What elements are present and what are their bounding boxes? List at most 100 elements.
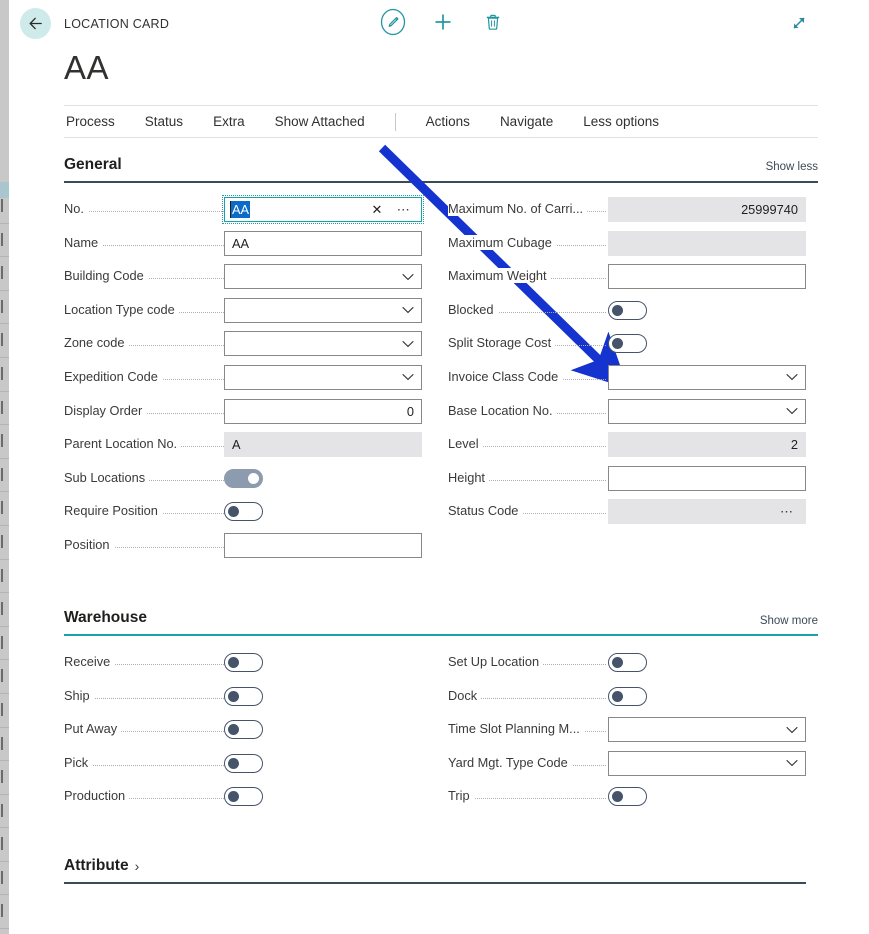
edit-button[interactable] bbox=[378, 8, 408, 38]
building-code-dropdown[interactable] bbox=[224, 264, 422, 290]
zone-code-dropdown[interactable] bbox=[224, 331, 422, 357]
general-section-rule bbox=[64, 181, 818, 183]
clear-x-icon[interactable]: ✕ bbox=[369, 198, 385, 221]
position-input[interactable] bbox=[224, 532, 422, 558]
parent-location-no-value bbox=[224, 432, 422, 458]
tab-extra[interactable]: Extra bbox=[213, 114, 245, 129]
field-control-put-away[interactable] bbox=[224, 714, 422, 740]
trip-toggle[interactable] bbox=[608, 787, 647, 807]
field-control-sub-locations[interactable] bbox=[224, 463, 422, 488]
receive-toggle[interactable] bbox=[224, 653, 263, 672]
field-row-time-slot-planning-m: Time Slot Planning M... bbox=[448, 714, 808, 748]
field-control-no[interactable]: AA ✕ ⋯ bbox=[222, 194, 424, 224]
field-control-yard-mgt-type-code[interactable] bbox=[608, 748, 806, 776]
sub-locations-toggle[interactable] bbox=[224, 468, 263, 488]
chevron-right-icon: › bbox=[134, 858, 140, 874]
section-attribute-collapsed[interactable]: Attribute › bbox=[64, 857, 139, 875]
field-control-height[interactable] bbox=[608, 463, 806, 491]
field-control-parent-location-no bbox=[224, 429, 422, 458]
field-row-name: Name bbox=[64, 228, 424, 262]
tab-process[interactable]: Process bbox=[66, 114, 115, 129]
card-surface: LOCATION CARD AA Process Status Extra Sh… bbox=[9, 0, 869, 934]
tab-less-options[interactable]: Less options bbox=[583, 114, 659, 129]
field-control-blocked[interactable] bbox=[608, 295, 806, 320]
field-control-display-order[interactable] bbox=[224, 396, 422, 424]
blocked-toggle[interactable] bbox=[608, 300, 647, 320]
tab-navigate[interactable]: Navigate bbox=[500, 114, 553, 129]
tab-show-attached[interactable]: Show Attached bbox=[275, 114, 365, 129]
time-slot-planning-m-dropdown[interactable] bbox=[608, 717, 806, 743]
field-label-ship: Ship bbox=[64, 687, 94, 703]
pick-toggle[interactable] bbox=[224, 753, 263, 773]
field-row-set-up-location: Set Up Location bbox=[448, 647, 808, 681]
field-control-dock[interactable] bbox=[608, 681, 806, 706]
field-control-invoice-class-code[interactable] bbox=[608, 362, 806, 390]
split-storage-cost-toggle[interactable] bbox=[608, 334, 647, 354]
field-control-base-location-no[interactable] bbox=[608, 396, 806, 424]
toggle-knob bbox=[612, 791, 623, 803]
field-control-location-type-code[interactable] bbox=[224, 295, 422, 323]
require-position-toggle[interactable] bbox=[224, 502, 263, 522]
field-control-ship[interactable] bbox=[224, 681, 422, 706]
expand-button[interactable] bbox=[784, 11, 814, 39]
general-show-less-link[interactable]: Show less bbox=[609, 161, 818, 173]
tab-actions[interactable]: Actions bbox=[426, 114, 470, 129]
toggle-knob bbox=[228, 724, 239, 736]
field-row-maximum-weight: Maximum Weight bbox=[448, 261, 808, 295]
field-label-level: Level bbox=[448, 436, 483, 452]
field-control-pick[interactable] bbox=[224, 748, 422, 773]
field-control-maximum-no-of-carriers bbox=[608, 194, 806, 222]
page-title: AA bbox=[64, 49, 110, 86]
expedition-code-dropdown[interactable] bbox=[224, 364, 422, 390]
name-input[interactable] bbox=[224, 230, 422, 256]
field-control-trip[interactable] bbox=[608, 781, 806, 807]
field-label-zone-code: Zone code bbox=[64, 335, 129, 351]
field-label-building-code: Building Code bbox=[64, 268, 148, 284]
field-row-expedition-code: Expedition Code bbox=[64, 362, 424, 396]
field-control-maximum-weight[interactable] bbox=[608, 261, 806, 290]
dock-toggle[interactable] bbox=[608, 686, 647, 706]
no-input[interactable]: AA ✕ ⋯ bbox=[222, 195, 424, 224]
field-control-require-position[interactable] bbox=[224, 496, 422, 522]
chevron-down-icon bbox=[402, 268, 414, 286]
production-toggle[interactable] bbox=[224, 787, 263, 807]
maximum-weight-input[interactable] bbox=[608, 264, 806, 290]
field-label-sub-locations: Sub Locations bbox=[64, 469, 150, 485]
ship-toggle[interactable] bbox=[224, 686, 263, 706]
field-control-status-code[interactable]: ⋯ bbox=[608, 496, 806, 525]
field-control-split-storage-cost[interactable] bbox=[608, 328, 806, 354]
invoice-class-code-dropdown[interactable] bbox=[608, 364, 806, 390]
field-label-time-slot-planning-m: Time Slot Planning M... bbox=[448, 721, 584, 737]
chevron-down-icon bbox=[786, 721, 798, 739]
field-control-set-up-location[interactable] bbox=[608, 647, 806, 672]
field-label-yard-mgt-type-code: Yard Mgt. Type Code bbox=[448, 754, 572, 770]
field-label-trip: Trip bbox=[448, 788, 474, 804]
field-control-building-code[interactable] bbox=[224, 261, 422, 290]
field-control-position[interactable] bbox=[224, 530, 422, 558]
chevron-down-icon bbox=[402, 368, 414, 386]
warehouse-show-more-link[interactable]: Show more bbox=[609, 615, 818, 627]
field-row-base-location-no: Base Location No. bbox=[448, 396, 808, 430]
field-control-production[interactable] bbox=[224, 781, 422, 807]
ellipsis-lookup-icon[interactable]: ⋯ bbox=[395, 198, 413, 221]
field-control-name[interactable] bbox=[224, 228, 422, 256]
height-input[interactable] bbox=[608, 465, 806, 491]
set-up-location-toggle[interactable] bbox=[608, 653, 647, 672]
back-button[interactable] bbox=[20, 8, 51, 39]
breadcrumb[interactable]: LOCATION CARD bbox=[64, 17, 169, 31]
tab-status[interactable]: Status bbox=[145, 114, 183, 129]
delete-button[interactable] bbox=[478, 10, 508, 38]
ellipsis-lookup-icon[interactable]: ⋯ bbox=[780, 499, 798, 524]
base-location-no-dropdown[interactable] bbox=[608, 398, 806, 424]
new-button[interactable] bbox=[428, 10, 458, 38]
display-order-input[interactable] bbox=[224, 398, 422, 424]
field-control-receive[interactable] bbox=[224, 647, 422, 672]
location-type-code-dropdown[interactable] bbox=[224, 297, 422, 323]
field-label-expedition-code: Expedition Code bbox=[64, 368, 162, 384]
put-away-toggle[interactable] bbox=[224, 720, 263, 740]
background-list-sliver bbox=[0, 0, 9, 934]
field-control-time-slot-planning-m[interactable] bbox=[608, 714, 806, 743]
field-control-zone-code[interactable] bbox=[224, 328, 422, 357]
yard-mgt-type-code-dropdown[interactable] bbox=[608, 750, 806, 776]
field-control-expedition-code[interactable] bbox=[224, 362, 422, 390]
